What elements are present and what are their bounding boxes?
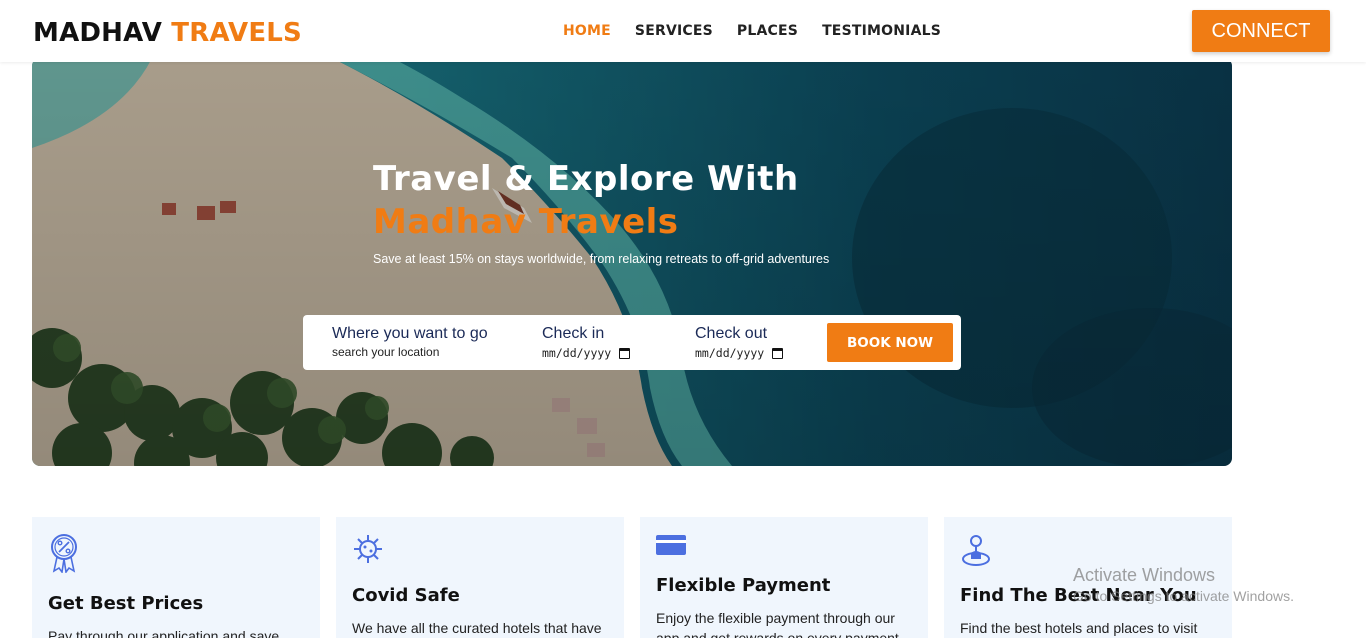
checkin-date-input[interactable]: mm/dd/yyyy [542, 346, 631, 360]
nav-item-testimonials[interactable]: TESTIMONIALS [822, 23, 941, 39]
checkin-field: Check in mm/dd/yyyy [542, 325, 631, 360]
destination-label: Where you want to go [332, 325, 488, 342]
feature-description: Find the best hotels and places to visit… [960, 620, 1198, 636]
book-now-button[interactable]: BOOK NOW [827, 323, 953, 362]
brand-name-part1: MADHAV [33, 18, 163, 48]
features-section: Get Best Prices Pay through our applicat… [32, 517, 1232, 638]
virus-icon [354, 535, 382, 563]
feature-card-best-prices: Get Best Prices Pay through our applicat… [32, 517, 320, 638]
hero-subtitle: Save at least 15% on stays worldwide, fr… [373, 252, 830, 266]
feature-card-flexible-payment: Flexible Payment Enjoy the flexible paym… [640, 517, 928, 638]
feature-title: Find The Best Near You [960, 585, 1197, 606]
destination-field: Where you want to go [332, 325, 492, 361]
checkout-field: Check out mm/dd/yyyy [695, 325, 784, 360]
nav-item-services[interactable]: SERVICES [635, 23, 713, 39]
discount-badge-icon [51, 534, 77, 573]
credit-card-icon [656, 535, 686, 555]
checkin-label: Check in [542, 325, 605, 342]
hero-title-part1: Travel & Explore With [373, 159, 799, 199]
feature-title: Get Best Prices [48, 593, 204, 614]
feature-description: We have all the curated hotels that have… [352, 620, 602, 636]
connect-button[interactable]: CONNECT [1192, 10, 1330, 52]
navbar: MADHAV TRAVELS HOME SERVICES PLACES TEST… [0, 0, 1366, 62]
hero-title-accent: Madhav Travels [373, 202, 679, 242]
checkout-date-input[interactable]: mm/dd/yyyy [695, 346, 784, 360]
checkout-label: Check out [695, 325, 768, 342]
feature-card-find-near-you: Find The Best Near You Find the best hot… [944, 517, 1232, 638]
nav-links: HOME SERVICES PLACES TESTIMONIALS [563, 23, 941, 39]
location-pin-icon [962, 535, 990, 566]
feature-card-covid-safe: Covid Safe We have all the curated hotel… [336, 517, 624, 638]
calendar-icon[interactable] [772, 347, 784, 359]
feature-description: Enjoy the flexible payment through our a… [656, 610, 903, 638]
nav-item-places[interactable]: PLACES [737, 23, 798, 39]
feature-title: Covid Safe [352, 585, 460, 606]
booking-search-box: Where you want to go Check in mm/dd/yyyy… [303, 315, 961, 370]
hero-section: Travel & Explore With Madhav Travels Sav… [32, 58, 1232, 466]
destination-input[interactable] [332, 345, 492, 359]
feature-description: Pay through our application and save [48, 628, 280, 638]
feature-title: Flexible Payment [656, 575, 831, 596]
hero-title: Travel & Explore With Madhav Travels [373, 158, 933, 244]
nav-item-home[interactable]: HOME [563, 23, 611, 39]
brand-logo[interactable]: MADHAV TRAVELS [33, 18, 302, 48]
brand-name-part2: TRAVELS [171, 18, 302, 48]
calendar-icon[interactable] [619, 347, 631, 359]
checkin-date-value: mm/dd/yyyy [542, 346, 612, 360]
checkout-date-value: mm/dd/yyyy [695, 346, 765, 360]
